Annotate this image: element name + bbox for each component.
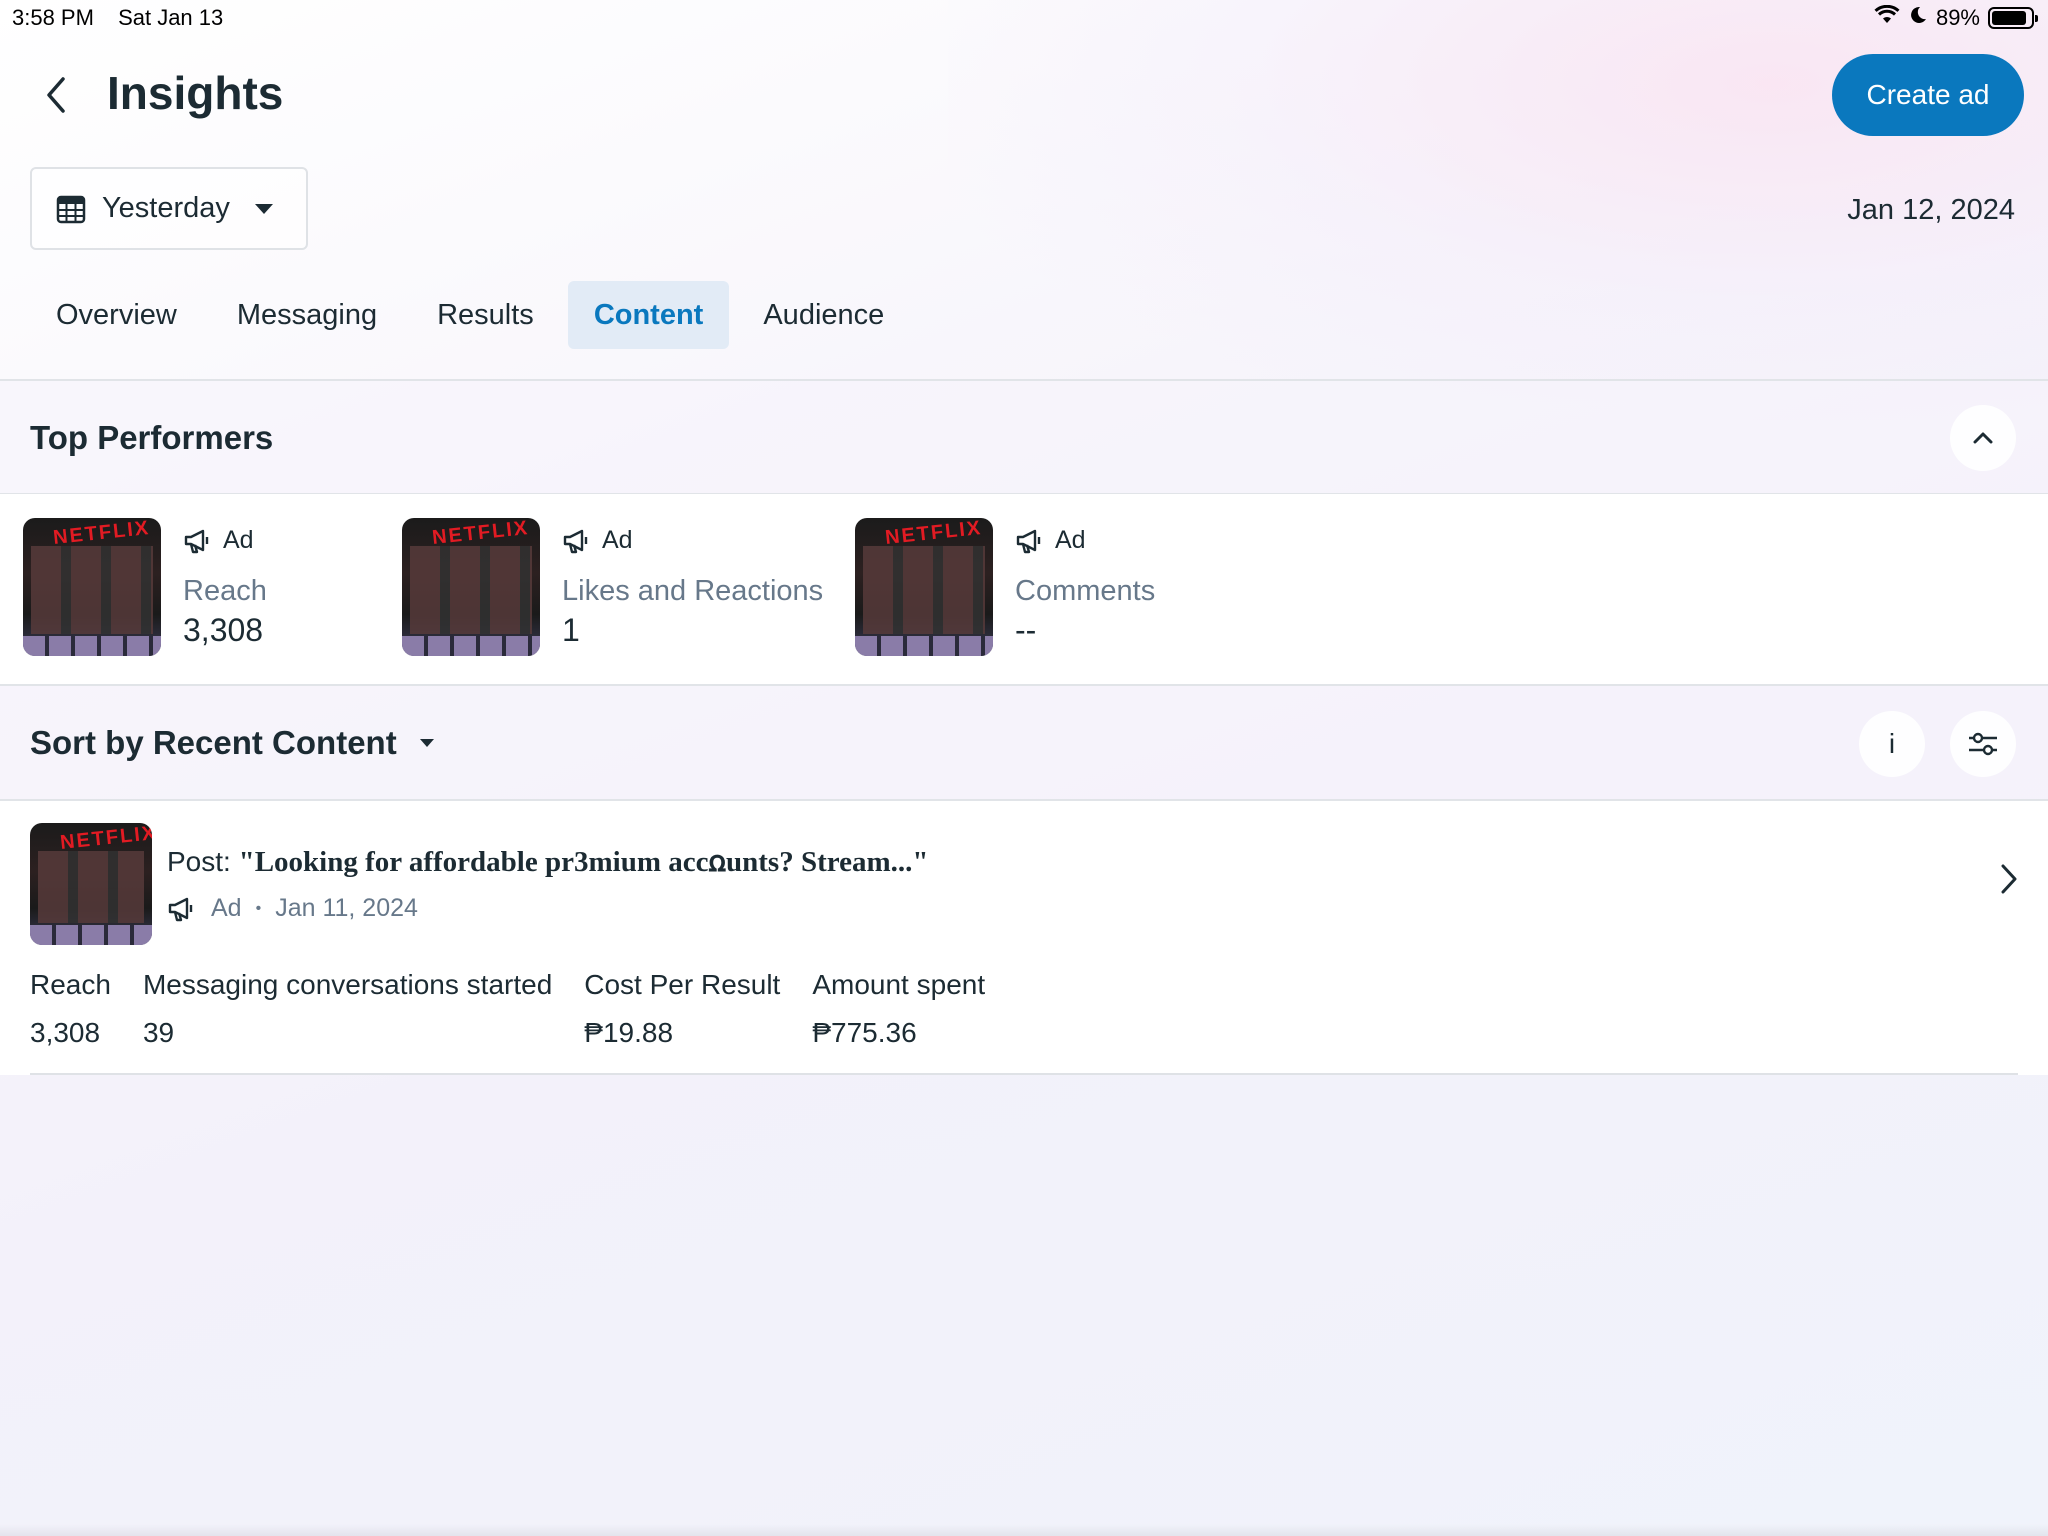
stat-label: Messaging conversations started [142,969,553,1000]
status-bar: 3:58 PM Sat Jan 13 89% [0,0,2048,36]
moon-icon [1908,5,1928,31]
top-performers-header: Top Performers [0,379,2048,495]
info-button[interactable]: i [1859,711,1925,777]
sort-label: Sort by Recent Content [30,724,397,761]
chevron-up-icon [1973,432,1993,444]
ad-thumbnail: NETFLIX [23,518,161,656]
meta-separator: • [255,899,262,917]
sort-header: Sort by Recent Content i [0,684,2048,801]
tab-results[interactable]: Results [411,281,560,349]
content-row[interactable]: NETFLIX Post: "Looking for affordable pr… [0,801,2048,1075]
performer-card[interactable]: NETFLIX Ad Reach 3,308 [23,518,267,656]
stat-value: ₱775.36 [812,1017,917,1048]
stat-messaging-conversations: Messaging conversations started 39 [143,969,552,1049]
performer-metric: Likes and Reactions [562,575,824,607]
create-ad-button[interactable]: Create ad [1832,54,2024,136]
performer-metric: Reach [183,575,267,607]
post-meta: Ad • Jan 11, 2024 [167,894,418,923]
wifi-icon [1874,4,1900,31]
stat-label: Cost Per Result [584,969,781,1000]
performer-card[interactable]: NETFLIX Ad Comments -- [855,518,1155,656]
megaphone-icon [563,529,588,553]
tab-bar: Overview Messaging Results Content Audie… [30,281,918,349]
date-label: Jan 12, 2024 [1847,194,2015,226]
tab-audience[interactable]: Audience [737,281,910,349]
stat-reach: Reach 3,308 [30,969,111,1049]
page-title: Insights [107,67,284,119]
performer-value: 1 [562,612,580,648]
post-type: Ad [211,894,242,922]
date-range-dropdown[interactable]: Yesterday [30,167,308,250]
date-range-value: Yesterday [102,192,230,224]
bottom-edge [0,1524,2048,1536]
sort-dropdown[interactable]: Sort by Recent Content [30,724,435,762]
performer-type: Ad [223,526,254,554]
post-date: Jan 11, 2024 [275,894,418,922]
collapse-button[interactable] [1950,405,2016,471]
battery-fill [1992,11,2026,25]
tab-content[interactable]: Content [567,281,730,349]
battery-percent: 89% [1935,5,1980,30]
ad-thumbnail: NETFLIX [402,518,540,656]
calendar-icon [56,195,86,223]
performer-type: Ad [1055,526,1086,554]
post-prefix: Post: [167,846,239,877]
top-performers-list: NETFLIX Ad Reach 3,308 NETFLIX Ad Likes … [0,494,2048,684]
megaphone-icon [184,529,209,553]
post-text: "Looking for affordable pr3mium accꭥunts… [238,846,929,878]
status-time: 3:58 PM [12,5,94,30]
sliders-icon [1969,732,1997,756]
open-post-button[interactable] [2000,863,2018,900]
chevron-right-icon [2001,864,2017,894]
megaphone-icon [168,897,193,921]
stat-value: 39 [142,1017,175,1048]
caret-down-icon [254,203,273,214]
post-title: Post: "Looking for affordable pr3mium ac… [167,841,928,880]
info-icon: i [1888,728,1896,759]
divider [30,1073,2018,1075]
stat-amount-spent: Amount spent ₱775.36 [812,969,985,1049]
performer-value: -- [1015,612,1037,648]
stat-label: Amount spent [812,969,986,1000]
performer-type: Ad [602,526,633,554]
filter-button[interactable] [1950,711,2016,777]
post-stats: Reach 3,308 Messaging conversations star… [30,969,1017,1049]
post-thumbnail: NETFLIX [30,823,152,945]
stat-value: 3,308 [30,1017,101,1048]
caret-down-icon [419,739,434,747]
tab-overview[interactable]: Overview [30,281,203,349]
stat-cost-per-result: Cost Per Result ₱19.88 [584,969,780,1049]
chevron-left-icon [47,77,65,113]
megaphone-icon [1016,529,1041,553]
ad-thumbnail: NETFLIX [855,518,993,656]
performer-value: 3,308 [183,612,264,648]
back-button[interactable] [36,70,76,120]
tab-messaging[interactable]: Messaging [211,281,403,349]
battery-icon [1988,7,2038,29]
stat-value: ₱19.88 [584,1017,674,1048]
section-title: Top Performers [30,419,274,456]
stat-label: Reach [30,969,111,1000]
status-date: Sat Jan 13 [118,5,224,30]
performer-metric: Comments [1015,575,1156,607]
performer-card[interactable]: NETFLIX Ad Likes and Reactions 1 [402,518,823,656]
